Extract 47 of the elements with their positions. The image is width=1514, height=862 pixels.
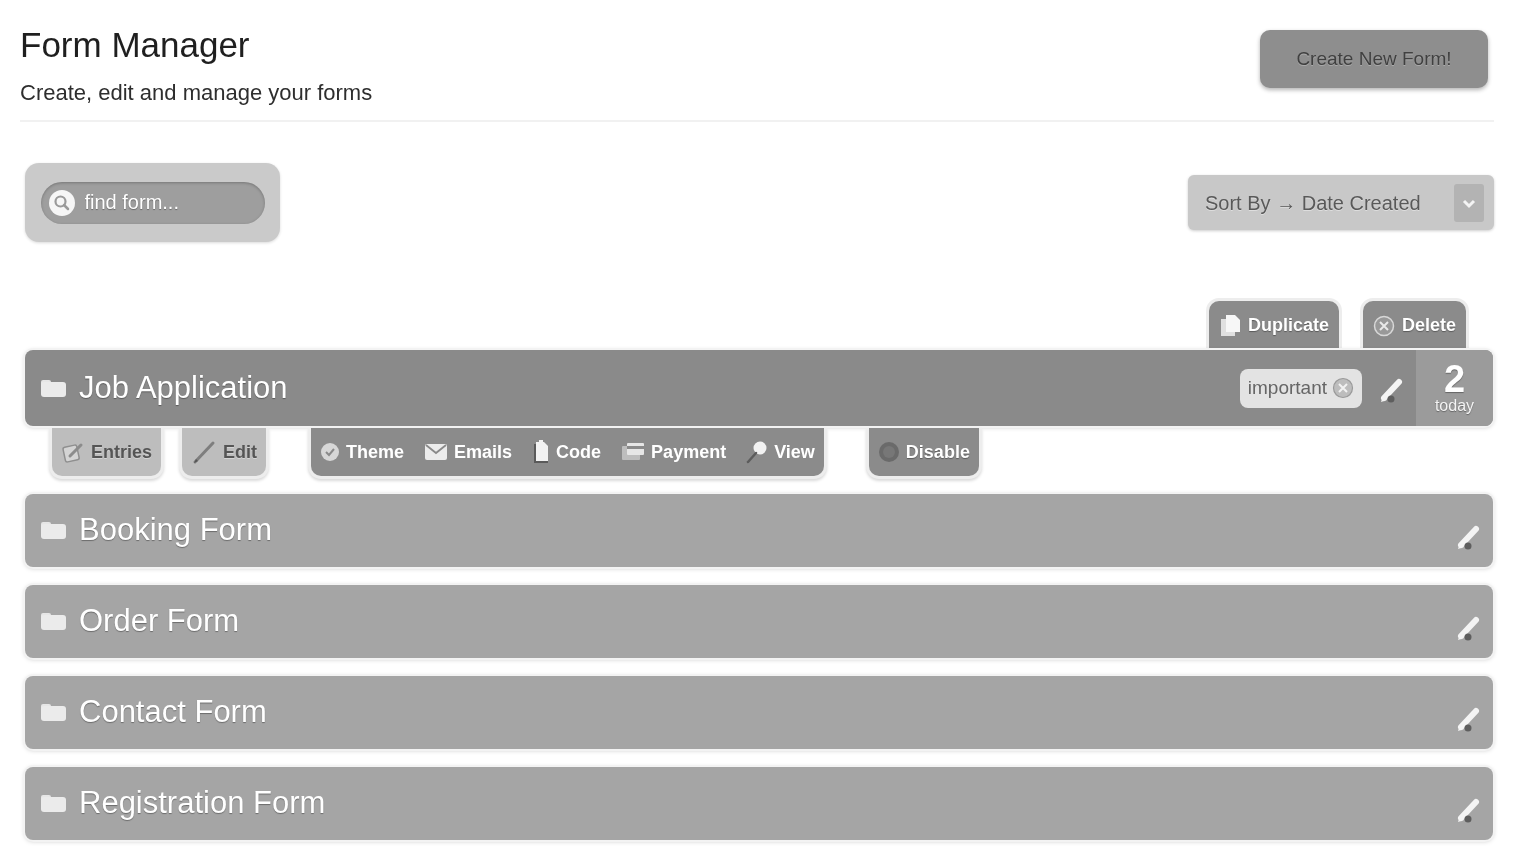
magnifier-icon <box>746 440 769 464</box>
folder-icon <box>41 613 66 630</box>
form-row[interactable]: Contact Form <box>25 676 1493 749</box>
pencil-icon[interactable] <box>1455 614 1481 643</box>
envelope-icon <box>424 443 449 461</box>
form-title: Order Form <box>79 602 240 641</box>
search-field[interactable]: find form... <box>40 181 265 224</box>
pencil-icon[interactable] <box>1455 705 1481 734</box>
action-link[interactable]: Emails <box>424 438 513 466</box>
form-title: Booking Form <box>79 511 272 550</box>
pencil-icon[interactable] <box>1455 796 1481 825</box>
documents-icon <box>1218 313 1241 338</box>
count-label: today <box>1434 397 1475 415</box>
row-action-tab[interactable]: Delete <box>1359 298 1469 350</box>
pencil-icon[interactable] <box>1455 523 1481 552</box>
form-title: Job Application <box>79 368 288 407</box>
action-link[interactable]: Theme <box>320 438 405 466</box>
create-form-button[interactable]: Create New Form! <box>1260 30 1488 88</box>
page-title: Form Manager <box>20 24 250 66</box>
folder-icon <box>41 379 66 397</box>
circle-icon <box>877 441 900 463</box>
pencil-icon[interactable] <box>1378 377 1404 405</box>
count-value: 2 <box>1443 361 1466 397</box>
action-link[interactable]: View <box>746 438 815 466</box>
form-row[interactable]: Job Application important 2 today <box>25 350 1493 426</box>
form-row[interactable]: Booking Form <box>25 494 1493 567</box>
form-title: Contact Form <box>79 693 267 732</box>
action-tab[interactable]: Edit <box>179 428 270 479</box>
caret-icon <box>1454 183 1484 222</box>
tag-chip: important <box>1239 368 1362 408</box>
badge-check-icon <box>320 442 341 462</box>
row-action-tab[interactable]: Duplicate <box>1205 298 1342 350</box>
action-link[interactable]: Code <box>532 438 602 466</box>
x-circle-icon <box>1372 314 1395 337</box>
form-row[interactable]: Order Form <box>25 585 1493 658</box>
document-icon <box>532 440 551 464</box>
action-link[interactable]: Payment <box>621 438 727 466</box>
search-icon <box>47 188 76 217</box>
action-tab[interactable]: Entries <box>49 428 165 479</box>
sort-dropdown[interactable]: Sort By → Date Created <box>1188 175 1494 230</box>
folder-icon <box>41 795 66 812</box>
form-row[interactable]: Registration Form <box>25 767 1493 840</box>
folder-icon <box>41 704 66 721</box>
card-icon <box>621 442 646 462</box>
folder-icon <box>41 522 66 539</box>
form-title: Registration Form <box>79 784 326 823</box>
page-subtitle: Create, edit and manage your forms <box>20 79 373 107</box>
